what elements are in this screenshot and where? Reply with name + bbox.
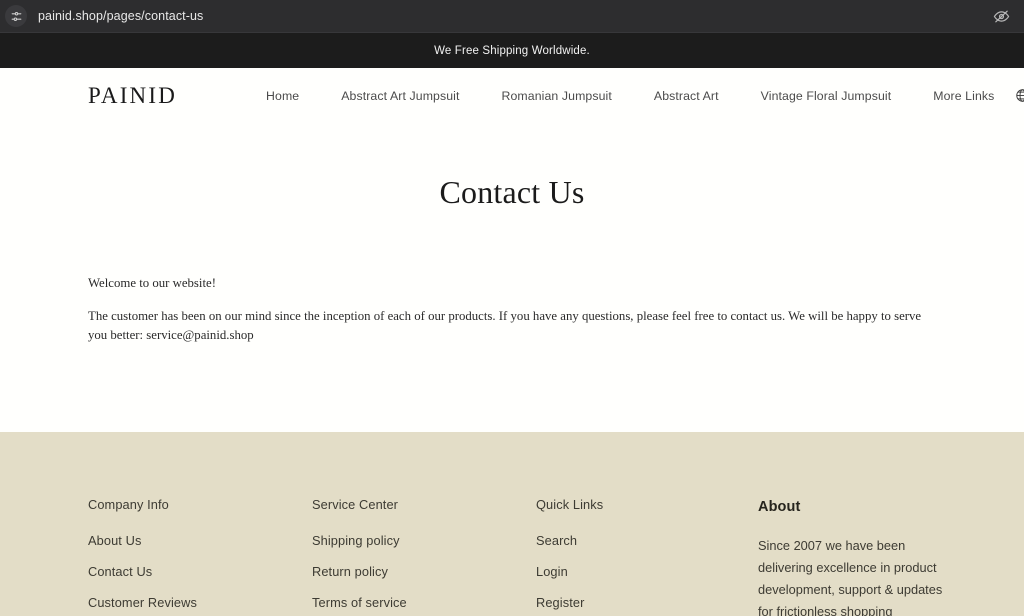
footer-column-about: About Since 2007 we have been delivering…: [758, 497, 958, 616]
main-content: Contact Us Welcome to our website! The c…: [0, 123, 1024, 432]
nav-item-vintage-floral-jumpsuit[interactable]: Vintage Floral Jumpsuit: [740, 89, 913, 103]
footer-link-contact-us[interactable]: Contact Us: [88, 564, 312, 579]
footer-link-terms-of-service[interactable]: Terms of service: [312, 595, 536, 610]
page-body: Welcome to our website! The customer has…: [0, 274, 1024, 346]
footer-column-quick-links: Quick Links Search Login Register Tracki…: [536, 497, 758, 616]
footer-column-company-info: Company Info About Us Contact Us Custome…: [88, 497, 312, 616]
site-settings-icon[interactable]: [5, 5, 27, 27]
globe-icon: [1015, 88, 1024, 103]
footer-column-service-center: Service Center Shipping policy Return po…: [312, 497, 536, 616]
nav-item-romanian-jumpsuit[interactable]: Romanian Jumpsuit: [481, 89, 633, 103]
nav-item-abstract-art-jumpsuit[interactable]: Abstract Art Jumpsuit: [320, 89, 480, 103]
footer-link-customer-reviews[interactable]: Customer Reviews: [88, 595, 312, 610]
site-logo[interactable]: PAINID: [88, 83, 177, 109]
body-paragraph-welcome: Welcome to our website!: [88, 276, 216, 290]
announcement-text: We Free Shipping Worldwide.: [434, 44, 590, 57]
nav-item-more-links[interactable]: More Links: [912, 89, 1015, 103]
body-paragraph-contact: The customer has been on our mind since …: [88, 309, 922, 343]
site-header: PAINID Home Abstract Art Jumpsuit Romani…: [0, 68, 1024, 123]
url-text[interactable]: painid.shop/pages/contact-us: [38, 9, 203, 23]
footer-heading-about: About: [758, 499, 801, 515]
site-footer: Company Info About Us Contact Us Custome…: [0, 432, 1024, 616]
page-title: Contact Us: [439, 174, 585, 210]
footer-heading-service-center: Service Center: [312, 497, 399, 512]
nav-item-abstract-art[interactable]: Abstract Art: [633, 89, 740, 103]
footer-link-shipping-policy[interactable]: Shipping policy: [312, 533, 536, 548]
footer-link-search[interactable]: Search: [536, 533, 758, 548]
eye-off-icon[interactable]: [988, 3, 1014, 29]
main-navigation: Home Abstract Art Jumpsuit Romanian Jump…: [245, 89, 1015, 103]
header-tools: USD: [1015, 79, 1024, 113]
footer-about-text: Since 2007 we have been delivering excel…: [758, 538, 943, 616]
nav-item-home[interactable]: Home: [245, 89, 320, 103]
footer-link-about-us[interactable]: About Us: [88, 533, 312, 548]
footer-link-return-policy[interactable]: Return policy: [312, 564, 536, 579]
footer-heading-quick-links: Quick Links: [536, 497, 604, 512]
currency-selector[interactable]: USD: [1015, 88, 1024, 103]
browser-address-bar: painid.shop/pages/contact-us: [0, 0, 1024, 33]
footer-link-login[interactable]: Login: [536, 564, 758, 579]
footer-link-register[interactable]: Register: [536, 595, 758, 610]
announcement-bar: We Free Shipping Worldwide.: [0, 33, 1024, 68]
footer-heading-company-info: Company Info: [88, 497, 169, 512]
